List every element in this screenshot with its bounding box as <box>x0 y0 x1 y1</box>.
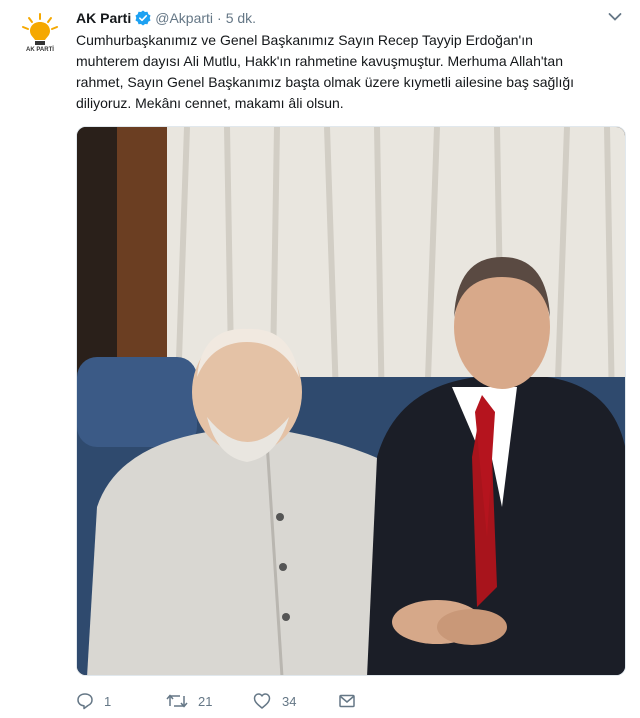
tweet-text-line: rahmet, Sayın Genel Başkanımız başta olm… <box>76 74 575 90</box>
tweet-text-line: diliyoruz. Mekânı cennet, makamı âli ols… <box>76 95 344 111</box>
like-count: 34 <box>282 693 297 709</box>
tweet-text: Cumhurbaşkanımız ve Genel Başkanımız Say… <box>76 30 621 114</box>
like-action[interactable]: 34 <box>252 690 296 712</box>
tweet-text-line: muhterem dayısı Ali Mutlu, Hakk'ın rahme… <box>76 53 563 69</box>
message-action[interactable] <box>338 690 366 712</box>
reply-action[interactable]: 1 <box>76 690 111 712</box>
tweet-photo[interactable] <box>76 126 626 676</box>
tweet-text-line: Cumhurbaşkanımız ve Genel Başkanımız Say… <box>76 32 533 48</box>
separator-dot: · <box>217 10 222 26</box>
retweet-action[interactable]: 21 <box>166 690 212 712</box>
reply-icon <box>77 693 93 710</box>
verified-badge-icon <box>135 10 151 26</box>
tweet-header: AK Parti @Akparti · 5 dk. <box>76 8 256 28</box>
author-handle[interactable]: @Akparti <box>155 10 213 26</box>
chevron-down-icon[interactable] <box>608 12 622 22</box>
like-icon <box>253 693 271 709</box>
avatar-caption: AK PARTİ <box>26 47 54 53</box>
photo-illustration <box>77 127 625 675</box>
reply-count: 1 <box>104 693 112 709</box>
timestamp[interactable]: 5 dk. <box>226 10 256 26</box>
message-icon <box>339 694 355 708</box>
retweet-count: 21 <box>198 693 213 709</box>
author-name[interactable]: AK Parti <box>76 10 131 26</box>
tweet-actions: 1 21 34 <box>76 690 476 712</box>
retweet-icon <box>166 694 188 708</box>
avatar[interactable]: AK PARTİ <box>16 10 64 58</box>
